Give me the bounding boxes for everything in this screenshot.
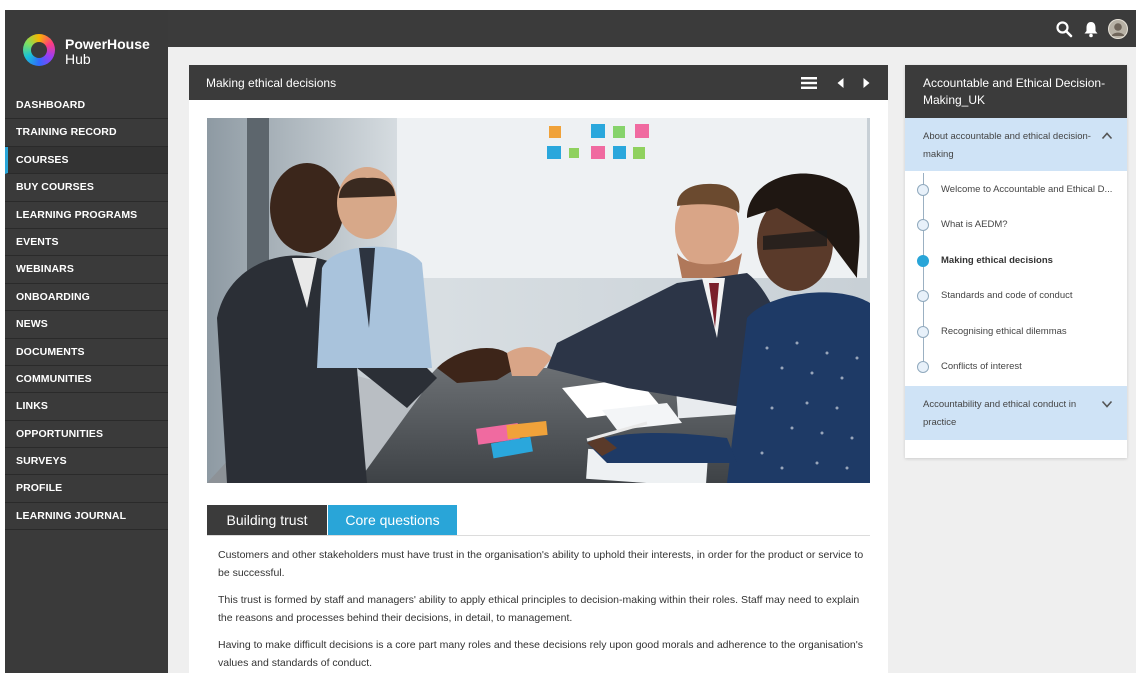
toc-section-practice[interactable]: Accountability and ethical conduct in pr…	[905, 386, 1127, 440]
toc-item[interactable]: Welcome to Accountable and Ethical D...	[917, 180, 1122, 200]
toc-status-dot	[917, 184, 929, 196]
toc-item[interactable]: Standards and code of conduct	[917, 286, 1122, 306]
sidebar-item-training-record[interactable]: TRAINING RECORD	[5, 119, 168, 147]
sidebar-item-communities[interactable]: COMMUNITIES	[5, 366, 168, 394]
toc-status-dot	[917, 326, 929, 338]
chevron-down-icon[interactable]	[1101, 398, 1113, 410]
sidebar-item-learning-journal[interactable]: LEARNING JOURNAL	[5, 503, 168, 531]
sidebar-item-links[interactable]: LINKS	[5, 393, 168, 421]
sidebar-item-documents[interactable]: DOCUMENTS	[5, 339, 168, 366]
logo-name: PowerHouse	[65, 36, 150, 52]
logo-ring-icon	[23, 34, 55, 66]
top-band	[0, 0, 1136, 10]
tab-building-trust[interactable]: Building trust	[207, 505, 327, 535]
chevron-up-icon[interactable]	[1101, 130, 1113, 142]
search-icon[interactable]	[1055, 20, 1073, 38]
prev-icon[interactable]	[832, 74, 850, 92]
toc-section-about[interactable]: About accountable and ethical decision-m…	[905, 118, 1127, 171]
lesson-paragraph-3: Having to make difficult decisions is a …	[218, 639, 864, 669]
course-outline-panel: Accountable and Ethical Decision-Making_…	[905, 65, 1127, 458]
toc-section-title: Accountability and ethical conduct in pr…	[923, 399, 1077, 428]
toc-item-label: Making ethical decisions	[941, 255, 1053, 266]
tab-divider	[207, 535, 870, 536]
logo[interactable]: PowerHouse Hub	[23, 34, 163, 70]
toc-item-label: What is AEDM?	[941, 219, 1008, 230]
lesson-paragraph-1: Customers and other stakeholders must ha…	[218, 549, 864, 579]
toc-status-dot	[917, 361, 929, 373]
toc-status-dot	[917, 219, 929, 231]
sidebar-item-learning-programs[interactable]: LEARNING PROGRAMS	[5, 202, 168, 229]
toc-status-dot	[917, 290, 929, 302]
sidebar-item-profile[interactable]: PROFILE	[5, 475, 168, 503]
menu-icon[interactable]	[800, 74, 818, 92]
toc-item-label: Recognising ethical dilemmas	[941, 326, 1067, 337]
toc-item[interactable]: Recognising ethical dilemmas	[917, 322, 1122, 342]
top-header	[168, 10, 1136, 47]
sidebar-item-courses[interactable]: COURSES	[5, 146, 168, 175]
toc-section-title: About accountable and ethical decision-m…	[923, 131, 1091, 160]
sidebar-item-surveys[interactable]: SURVEYS	[5, 448, 168, 476]
lesson-paragraph-2: This trust is formed by staff and manage…	[218, 594, 860, 624]
toc-item[interactable]: What is AEDM?	[917, 215, 1122, 235]
course-title: Accountable and Ethical Decision-Making_…	[905, 65, 1127, 118]
toc-item-label: Standards and code of conduct	[941, 290, 1073, 301]
toc-item[interactable]: Conflicts of interest	[917, 357, 1122, 377]
lesson-hero-image	[207, 118, 870, 483]
sidebar: PowerHouse Hub DASHBOARD TRAINING RECORD…	[5, 10, 168, 673]
tab-core-questions[interactable]: Core questions	[328, 505, 457, 535]
logo-sub: Hub	[65, 51, 91, 67]
toc-status-dot	[917, 255, 929, 267]
sidebar-item-dashboard[interactable]: DASHBOARD	[5, 92, 168, 120]
sidebar-item-webinars[interactable]: WEBINARS	[5, 256, 168, 284]
sidebar-nav: DASHBOARD TRAINING RECORD COURSES BUY CO…	[5, 92, 168, 531]
toc-item-label: Welcome to Accountable and Ethical D...	[941, 184, 1113, 195]
sidebar-item-news[interactable]: NEWS	[5, 311, 168, 339]
lesson-title: Making ethical decisions	[206, 76, 337, 90]
sidebar-item-opportunities[interactable]: OPPORTUNITIES	[5, 421, 168, 449]
lesson-panel: Making ethical decisions Building trust …	[189, 65, 888, 673]
lesson-header: Making ethical decisions	[189, 65, 888, 100]
bell-icon[interactable]	[1082, 20, 1100, 38]
sidebar-item-onboarding[interactable]: ONBOARDING	[5, 284, 168, 312]
toc-item-current[interactable]: Making ethical decisions	[917, 251, 1122, 271]
avatar[interactable]	[1108, 19, 1128, 39]
next-icon[interactable]	[857, 74, 875, 92]
toc-item-label: Conflicts of interest	[941, 361, 1022, 372]
sidebar-item-events[interactable]: EVENTS	[5, 229, 168, 257]
sidebar-item-buy-courses[interactable]: BUY COURSES	[5, 174, 168, 202]
